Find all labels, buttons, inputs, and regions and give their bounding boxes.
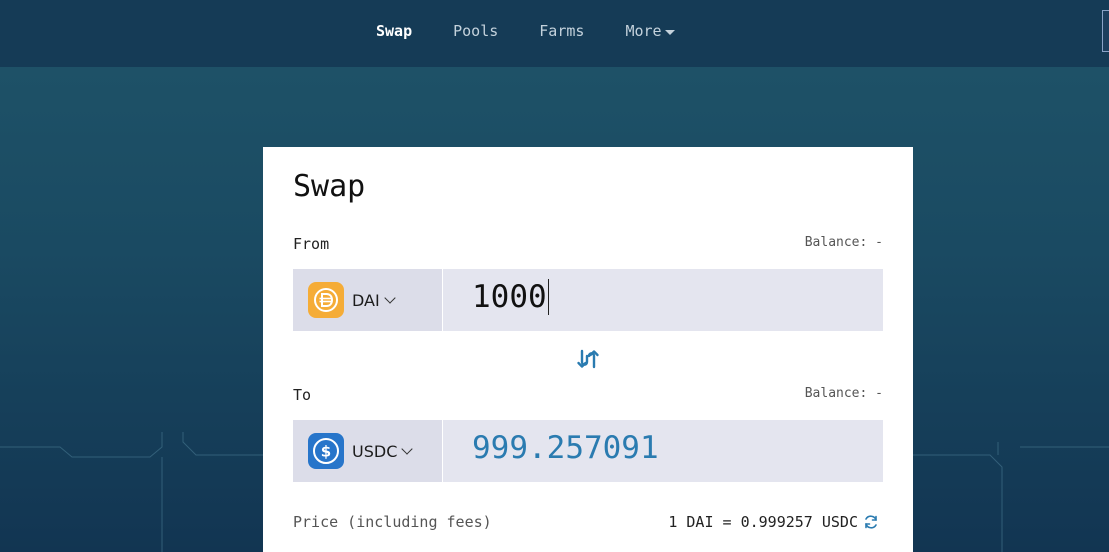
to-amount-output[interactable]: 999.257091 — [472, 430, 659, 466]
dai-icon — [308, 282, 344, 318]
to-amount-value: 999.257091 — [472, 430, 659, 466]
usdc-icon: $ — [308, 433, 344, 469]
chevron-down-icon — [384, 292, 396, 304]
refresh-icon[interactable] — [863, 514, 879, 530]
from-token-symbol: DAI — [352, 290, 380, 310]
swap-title: Swap — [293, 169, 366, 204]
to-token-symbol: USDC — [352, 441, 398, 461]
nav-swap[interactable]: Swap — [376, 22, 412, 40]
to-input-row: $ USDC 999.257091 — [293, 420, 883, 482]
nav-more-dropdown[interactable]: More — [625, 22, 675, 40]
main-nav: Swap Pools Farms More — [376, 0, 716, 62]
price-value: 1 DAI = 0.999257 USDC — [668, 513, 858, 531]
swap-direction-button[interactable] — [576, 347, 600, 371]
nav-more-label: More — [625, 22, 662, 40]
wallet-button-edge[interactable] — [1102, 10, 1109, 52]
to-label: To — [293, 386, 312, 404]
swap-arrows-icon — [577, 349, 599, 369]
svg-text:$: $ — [321, 443, 331, 461]
nav-swap-label: Swap — [376, 22, 413, 40]
caret-down-icon — [664, 29, 675, 35]
from-token-selector[interactable]: DAI — [293, 269, 443, 331]
to-balance: Balance: - — [804, 386, 883, 401]
nav-farms[interactable]: Farms — [539, 22, 584, 40]
price-info: 1 DAI = 0.999257 USDC — [668, 513, 879, 531]
nav-pools-label: Pools — [453, 22, 499, 40]
price-label: Price (including fees) — [293, 513, 492, 531]
from-balance: Balance: - — [804, 235, 883, 250]
swap-card: Swap From Balance: - DAI 1000 To Balance… — [263, 147, 913, 552]
nav-pools[interactable]: Pools — [453, 22, 498, 40]
text-cursor — [547, 279, 549, 315]
from-amount-value: 1000 — [472, 279, 547, 315]
from-amount-input[interactable]: 1000 — [472, 279, 549, 315]
from-label: From — [293, 235, 330, 253]
to-token-selector[interactable]: $ USDC — [293, 420, 443, 482]
from-input-row: DAI 1000 — [293, 269, 883, 331]
nav-farms-label: Farms — [539, 22, 585, 40]
top-navigation-bar: Swap Pools Farms More — [0, 0, 1109, 67]
chevron-down-icon — [401, 443, 414, 455]
